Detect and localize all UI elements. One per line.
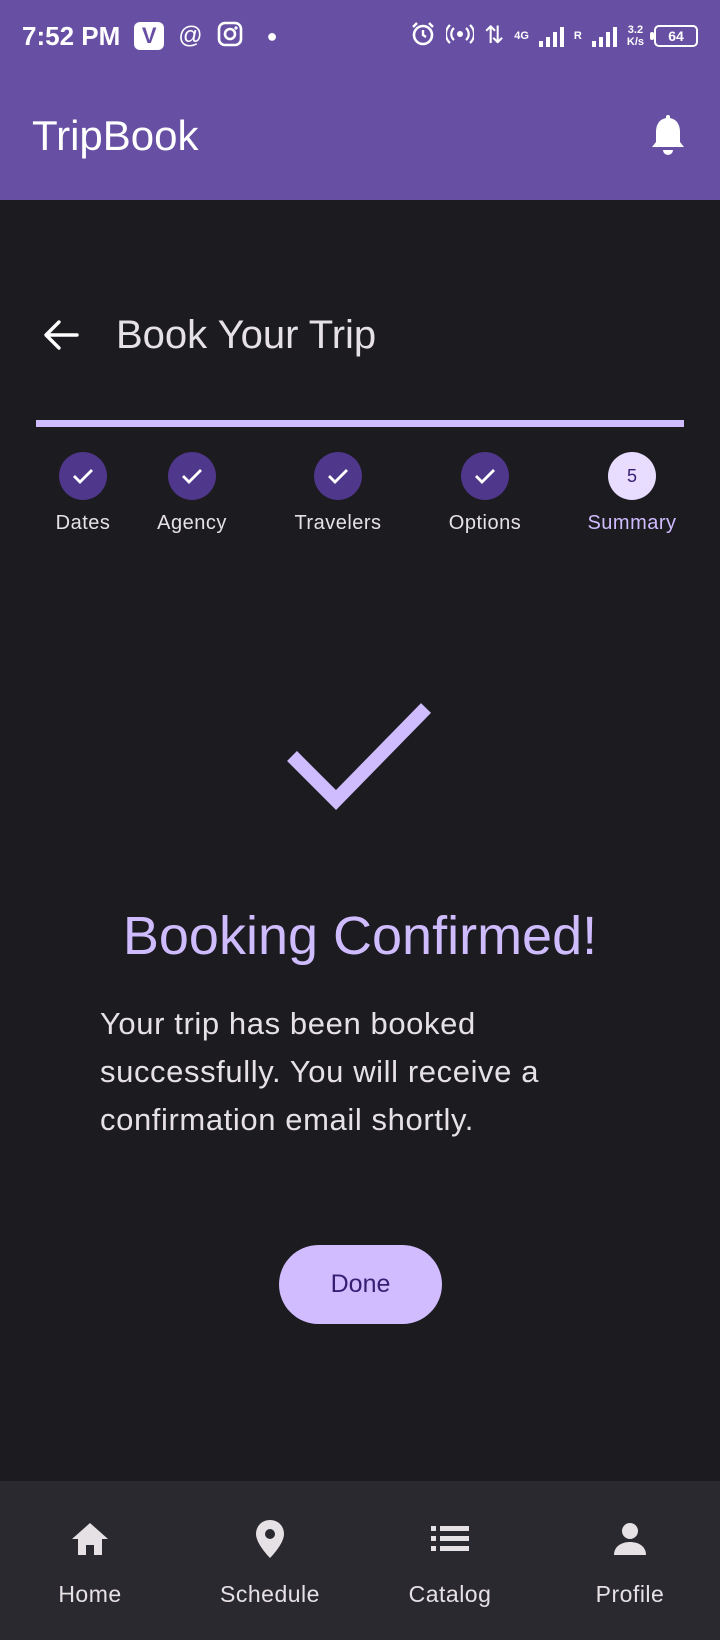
page-title: Book Your Trip [116, 312, 377, 357]
done-button[interactable]: Done [279, 1245, 442, 1324]
threads-icon: @ [178, 22, 203, 49]
bottom-nav: Home Schedule Catalog Profile [0, 1481, 720, 1640]
app-bar: TripBook [0, 72, 720, 200]
stepper: Dates Agency Travelers Options 5 Summary [16, 452, 704, 542]
list-icon [428, 1517, 472, 1561]
roaming-indicator: R [573, 30, 582, 42]
status-bar: 7:52 PM V @ ● ⇅ 4G R 3.2 K/s 64 [0, 0, 720, 72]
signal-icon [538, 25, 564, 47]
page-header: Book Your Trip [36, 310, 376, 360]
signal-icon-2 [591, 25, 617, 47]
nav-label: Schedule [220, 1581, 320, 1607]
person-icon [608, 1517, 652, 1561]
nav-label: Catalog [408, 1581, 492, 1607]
nav-item-profile[interactable]: Profile [540, 1481, 720, 1640]
step-number: 5 [608, 452, 656, 500]
notification-dot-icon: ● [266, 25, 278, 46]
nav-item-catalog[interactable]: Catalog [360, 1481, 540, 1640]
check-icon [314, 452, 362, 500]
step-label: Travelers [294, 512, 382, 534]
location-pin-icon [248, 1517, 292, 1561]
step-travelers[interactable]: Travelers [263, 452, 413, 535]
alarm-icon [410, 21, 436, 52]
step-label: Options [448, 512, 522, 534]
arrow-left-icon[interactable] [36, 310, 86, 360]
check-icon [461, 452, 509, 500]
nav-label: Home [58, 1581, 122, 1607]
confirmation-message: Your trip has been booked successfully. … [100, 1006, 540, 1137]
data-transfer-icon: ⇅ [484, 22, 505, 49]
instagram-icon [217, 21, 243, 52]
nav-label: Profile [595, 1581, 665, 1607]
battery-icon: 64 [650, 25, 698, 47]
check-icon [168, 452, 216, 500]
network-type: 4G [514, 30, 529, 42]
confirmation-title: Booking Confirmed! [122, 906, 598, 966]
stepper-progress-bar [36, 420, 684, 427]
step-agency[interactable]: Agency [117, 452, 267, 535]
home-icon [68, 1517, 112, 1561]
nav-item-schedule[interactable]: Schedule [180, 1481, 360, 1640]
app-title: TripBook [32, 112, 199, 159]
check-icon [59, 452, 107, 500]
step-options[interactable]: Options [410, 452, 560, 535]
nav-item-home[interactable]: Home [0, 1481, 180, 1640]
network-speed: 3.2 K/s [626, 24, 644, 48]
status-time: 7:52 PM [22, 20, 121, 51]
step-summary[interactable]: 5 Summary [557, 452, 707, 535]
step-label: Summary [587, 512, 677, 534]
bell-icon[interactable] [648, 114, 688, 158]
hotspot-icon [444, 22, 476, 51]
step-label: Agency [157, 512, 227, 534]
check-icon [286, 700, 436, 812]
vi-app-icon: V [134, 22, 165, 50]
